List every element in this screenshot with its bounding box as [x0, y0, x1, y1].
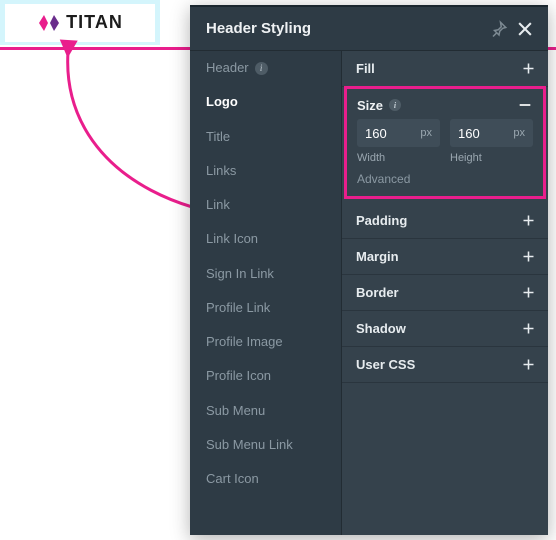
sidebar-item-label: Profile Icon	[206, 368, 271, 384]
height-input-wrap[interactable]: px	[450, 119, 533, 147]
sidebar-item-profile-image[interactable]: Profile Image	[190, 325, 341, 359]
logo-text: TITAN	[66, 12, 123, 33]
section-size: Size i px Width	[344, 86, 546, 199]
section-shadow[interactable]: Shadow	[342, 311, 548, 347]
height-field: px Height	[450, 119, 533, 164]
logo-icon	[37, 11, 61, 35]
width-unit[interactable]: px	[420, 127, 432, 139]
sidebar-item-label: Sub Menu	[206, 403, 265, 419]
pin-icon[interactable]	[486, 16, 512, 42]
panel-title: Header Styling	[206, 20, 486, 37]
section-padding[interactable]: Padding	[342, 203, 548, 239]
width-field: px Width	[357, 119, 440, 164]
sidebar-item-logo[interactable]: Logo	[190, 85, 341, 119]
plus-icon	[521, 213, 536, 228]
sidebar-item-link[interactable]: Link	[190, 188, 341, 222]
sidebar-item-profile-icon[interactable]: Profile Icon	[190, 359, 341, 393]
sidebar-item-header[interactable]: Header i	[190, 51, 341, 85]
plus-icon	[521, 61, 536, 76]
sidebar-item-cart-icon[interactable]: Cart Icon	[190, 462, 341, 496]
sidebar-item-label: Links	[206, 163, 236, 179]
sidebar-item-label: Sub Menu Link	[206, 437, 293, 453]
section-user-css[interactable]: User CSS	[342, 347, 548, 383]
height-input[interactable]	[458, 126, 513, 141]
content: Fill Size i	[342, 51, 548, 535]
sidebar-item-links[interactable]: Links	[190, 154, 341, 188]
sidebar-item-sub-menu[interactable]: Sub Menu	[190, 394, 341, 428]
sidebar-item-profile-link[interactable]: Profile Link	[190, 291, 341, 325]
sidebar-item-label: Header	[206, 60, 249, 76]
minus-icon	[517, 97, 533, 113]
header-styling-panel: Header Styling Header i Logo Title	[190, 5, 548, 535]
size-header[interactable]: Size i	[357, 95, 533, 119]
panel-header: Header Styling	[190, 5, 548, 51]
info-icon: i	[389, 99, 401, 111]
sidebar-item-link-icon[interactable]: Link Icon	[190, 222, 341, 256]
section-label: Border	[356, 285, 399, 300]
plus-icon	[521, 285, 536, 300]
sidebar-item-label: Title	[206, 129, 230, 145]
sidebar-item-label: Sign In Link	[206, 266, 274, 282]
sidebar-item-sub-menu-link[interactable]: Sub Menu Link	[190, 428, 341, 462]
section-label: User CSS	[356, 357, 415, 372]
advanced-link[interactable]: Advanced	[357, 172, 533, 186]
section-label: Size	[357, 98, 383, 113]
plus-icon	[521, 249, 536, 264]
section-border[interactable]: Border	[342, 275, 548, 311]
sidebar: Header i Logo Title Links Link Link Icon	[190, 51, 342, 535]
sidebar-item-label: Logo	[206, 94, 238, 110]
section-label: Margin	[356, 249, 399, 264]
section-margin[interactable]: Margin	[342, 239, 548, 275]
info-icon: i	[255, 62, 268, 75]
logo[interactable]: TITAN	[5, 4, 155, 42]
plus-icon	[521, 357, 536, 372]
sidebar-item-label: Link Icon	[206, 231, 258, 247]
height-unit[interactable]: px	[513, 127, 525, 139]
page-header: TITAN	[0, 0, 160, 45]
sidebar-item-label: Profile Image	[206, 334, 283, 350]
height-label: Height	[450, 152, 533, 164]
width-input[interactable]	[365, 126, 420, 141]
width-label: Width	[357, 152, 440, 164]
sidebar-item-label: Profile Link	[206, 300, 270, 316]
sidebar-item-label: Link	[206, 197, 230, 213]
section-label: Shadow	[356, 321, 406, 336]
section-fill[interactable]: Fill	[342, 51, 548, 87]
panel-body: Header i Logo Title Links Link Link Icon	[190, 51, 548, 535]
width-input-wrap[interactable]: px	[357, 119, 440, 147]
sidebar-item-title[interactable]: Title	[190, 120, 341, 154]
sidebar-item-label: Cart Icon	[206, 471, 259, 487]
close-icon[interactable]	[512, 16, 538, 42]
section-label: Fill	[356, 61, 375, 76]
section-label: Padding	[356, 213, 407, 228]
plus-icon	[521, 321, 536, 336]
canvas: TITAN Header Styling Header i	[0, 0, 556, 540]
sidebar-item-sign-in-link[interactable]: Sign In Link	[190, 257, 341, 291]
